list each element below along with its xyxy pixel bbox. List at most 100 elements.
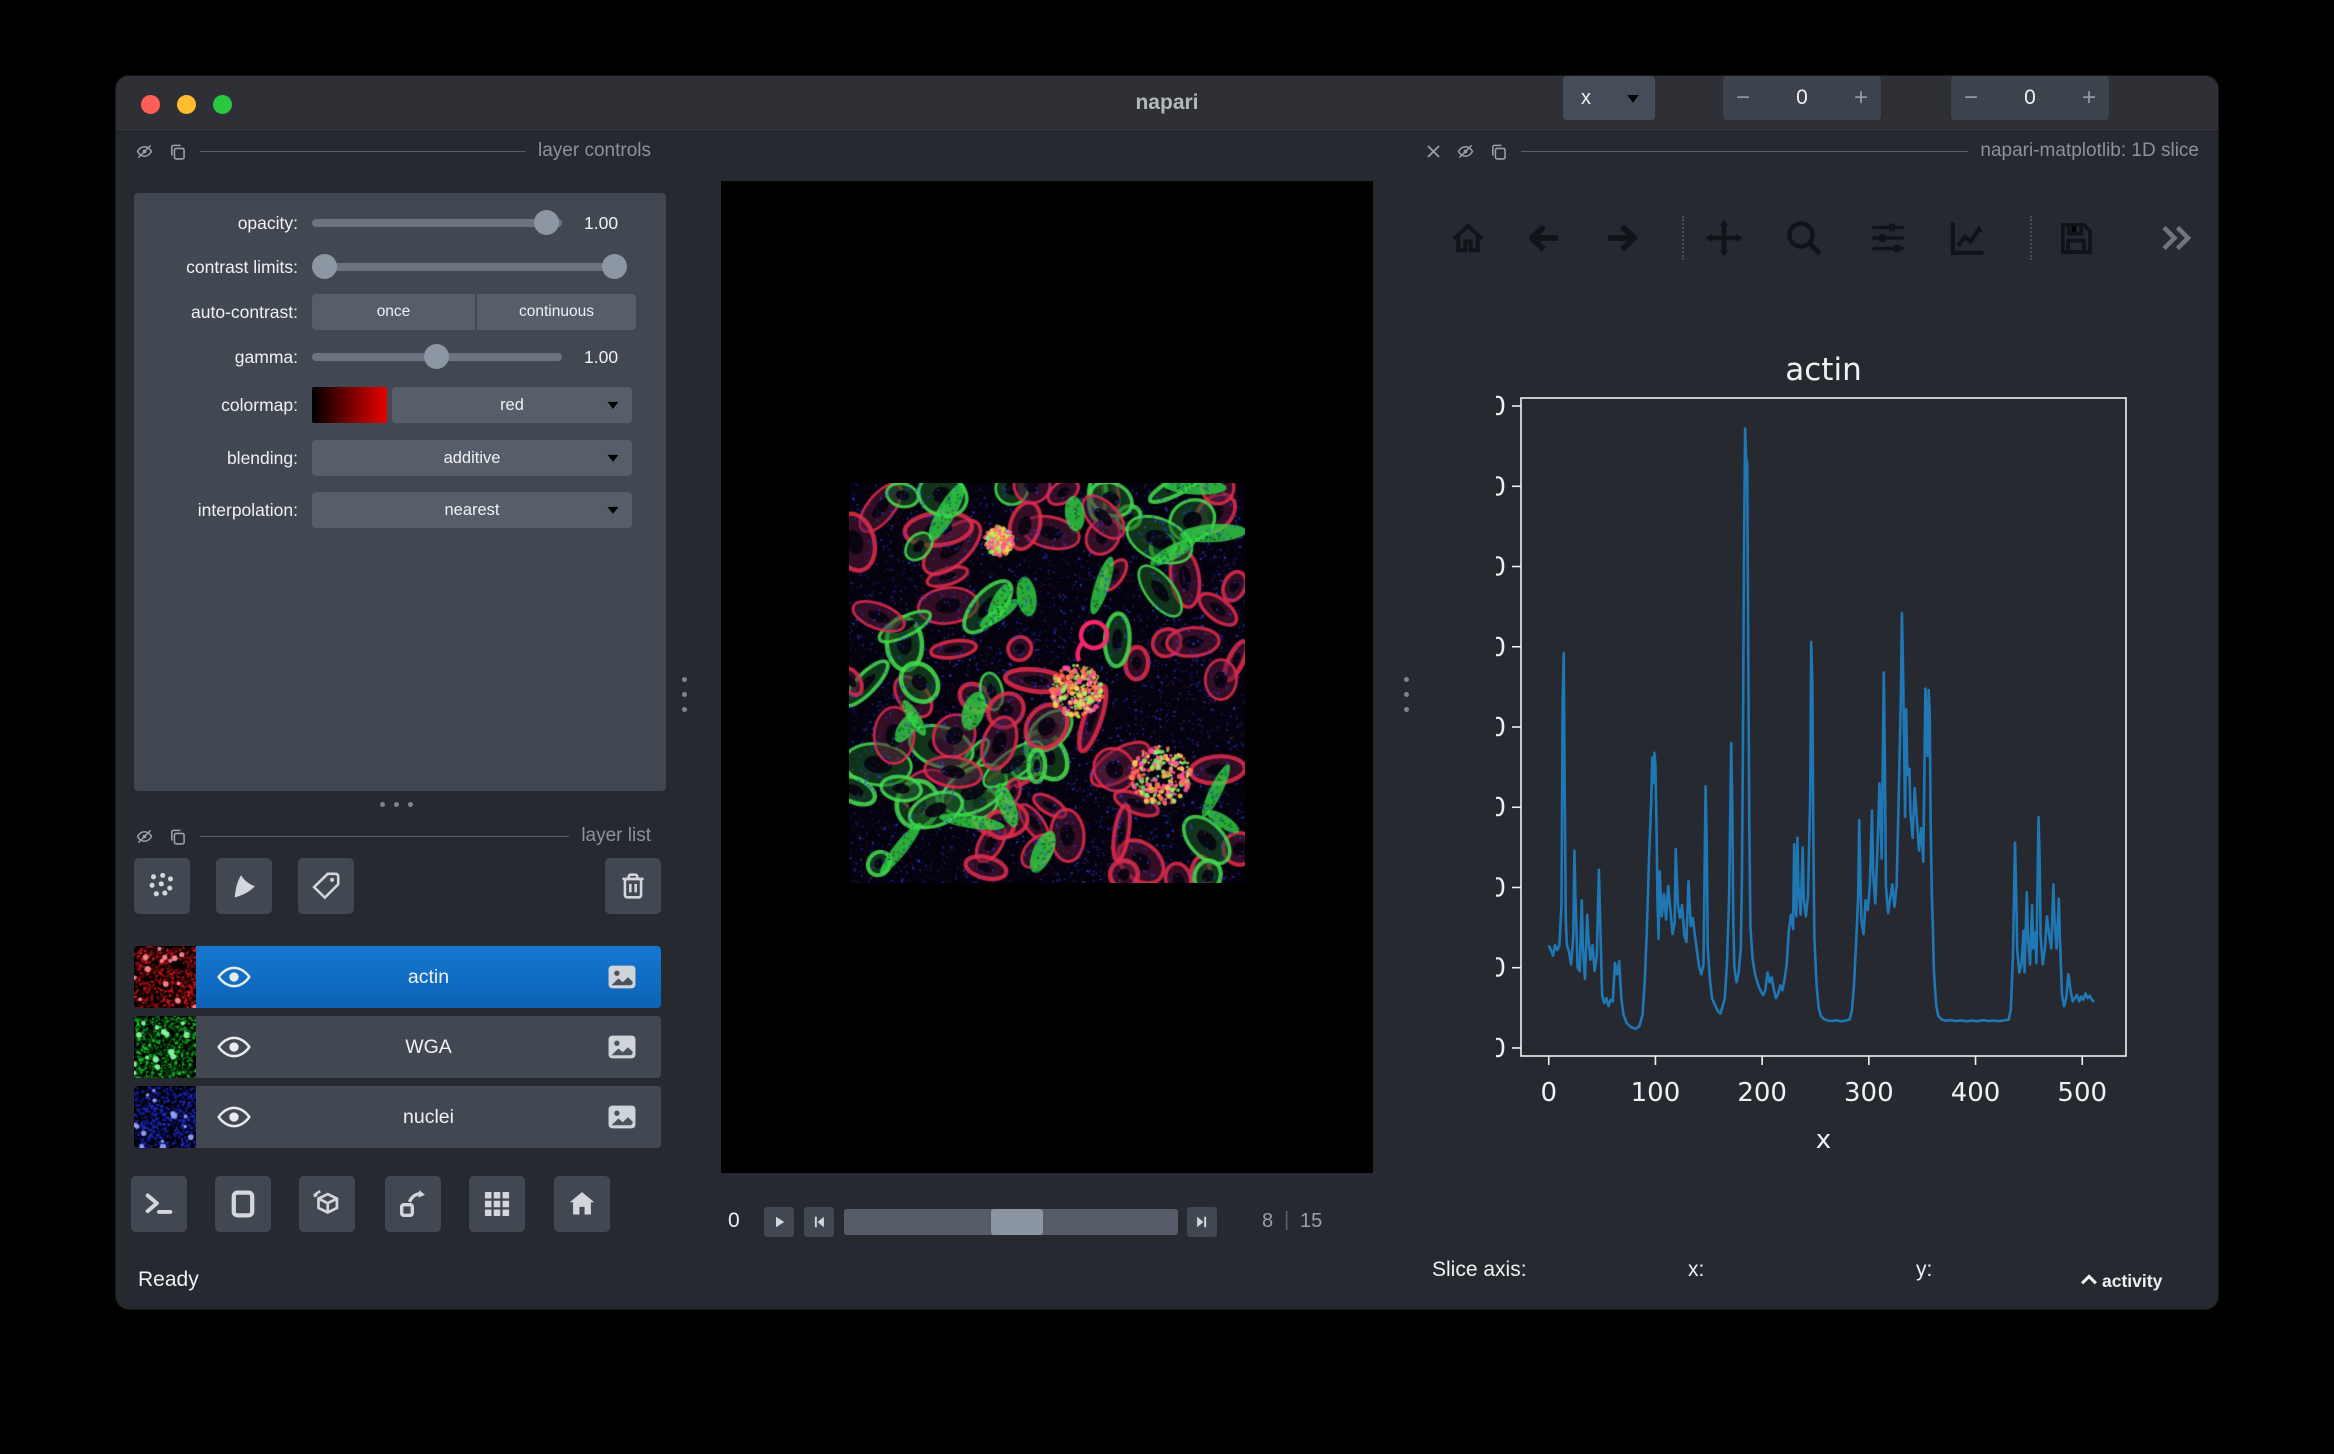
mpl-pan-button[interactable]	[1700, 214, 1748, 262]
opacity-slider-handle[interactable]	[534, 210, 559, 235]
pan-arrows-icon	[1703, 217, 1745, 259]
hide-panel-icon[interactable]	[134, 826, 155, 847]
layer-row-wga[interactable]: WGA	[134, 1016, 661, 1078]
x-increment-button[interactable]: +	[1841, 84, 1881, 112]
activity-button[interactable]: activity	[2078, 1270, 2162, 1292]
y-spin-value[interactable]: 0	[2024, 86, 2036, 110]
dimension-slider-handle[interactable]	[991, 1209, 1043, 1235]
layer-visibility-eye-icon[interactable]	[216, 959, 252, 995]
gamma-slider-handle[interactable]	[424, 344, 449, 369]
blending-dropdown[interactable]: additive	[312, 440, 632, 476]
image-layer-icon	[605, 1030, 639, 1064]
ndisplay-2d-button[interactable]	[215, 1176, 271, 1232]
console-icon	[142, 1187, 176, 1221]
x-tick-label: 200	[1737, 1078, 1787, 1108]
new-points-layer-button[interactable]	[134, 858, 190, 914]
roll-dimensions-button[interactable]	[385, 1176, 441, 1232]
header-divider	[200, 836, 569, 837]
layer-row-nuclei[interactable]: nuclei	[134, 1086, 661, 1148]
interpolation-dropdown[interactable]: nearest	[312, 492, 632, 528]
contrast-limits-label: contrast limits:	[134, 257, 312, 278]
skip-start-icon	[810, 1213, 828, 1231]
y-spinbox[interactable]: − 0 +	[1951, 76, 2109, 120]
layer-visibility-eye-icon[interactable]	[216, 1099, 252, 1135]
microscopy-image	[849, 483, 1245, 883]
y-tick-label: 0	[1496, 1034, 1506, 1064]
layer-visibility-eye-icon[interactable]	[216, 1029, 252, 1065]
console-button[interactable]	[131, 1176, 187, 1232]
mpl-forward-button[interactable]	[1598, 214, 1646, 262]
image-layer-icon	[605, 960, 639, 994]
interpolation-label: interpolation:	[134, 500, 312, 521]
skip-to-end-button[interactable]	[1187, 1207, 1217, 1237]
y-increment-button[interactable]: +	[2069, 84, 2109, 112]
mpl-subplots-button[interactable]	[1864, 214, 1912, 262]
header-divider	[200, 151, 526, 152]
step-divider: |	[1284, 1209, 1289, 1232]
float-panel-icon[interactable]	[1488, 141, 1509, 162]
viewer-canvas[interactable]	[721, 181, 1373, 1173]
close-icon[interactable]	[1424, 142, 1443, 161]
mpl-back-button[interactable]	[1520, 214, 1568, 262]
right-dock-splitter-handle[interactable]	[1404, 677, 1409, 712]
mpl-zoom-button[interactable]	[1780, 214, 1828, 262]
ndisplay-3d-button[interactable]	[299, 1176, 355, 1232]
x-spinbox[interactable]: − 0 +	[1723, 76, 1881, 120]
layer-row-actin[interactable]: actin	[134, 946, 661, 1008]
magnifier-icon	[1783, 217, 1825, 259]
x-decrement-button[interactable]: −	[1723, 84, 1763, 112]
x-spin-value[interactable]: 0	[1796, 86, 1808, 110]
layer-controls-panel: opacity: 1.00 contrast limits: auto-cont…	[134, 193, 666, 791]
x-tick-label: 500	[2057, 1078, 2107, 1108]
gamma-slider[interactable]	[312, 339, 562, 375]
chart-title: actin	[1785, 352, 1861, 388]
mpl-customize-button[interactable]	[1942, 214, 1990, 262]
auto-contrast-once-button[interactable]: once	[312, 294, 475, 330]
chevron-down-icon	[1623, 91, 1643, 106]
play-button[interactable]	[764, 1207, 794, 1237]
mpl-save-button[interactable]	[2052, 214, 2100, 262]
float-panel-icon[interactable]	[167, 826, 188, 847]
opacity-slider-track[interactable]	[312, 219, 562, 227]
contrast-limits-slider[interactable]	[312, 249, 627, 285]
toolbar-separator	[2030, 216, 2032, 260]
play-icon	[770, 1213, 788, 1231]
y-tick-label: 4000	[1496, 392, 1506, 422]
slice-axis-dropdown[interactable]: x	[1563, 76, 1655, 120]
float-panel-icon[interactable]	[167, 141, 188, 162]
reset-view-button[interactable]	[554, 1176, 610, 1232]
x-tick-label: 400	[1951, 1078, 2001, 1108]
contrast-slider-track[interactable]	[312, 263, 627, 271]
new-labels-layer-button[interactable]	[298, 858, 354, 914]
dimension-slider-track[interactable]	[844, 1209, 1178, 1235]
new-shapes-layer-button[interactable]	[216, 858, 272, 914]
skip-end-icon	[1193, 1213, 1211, 1231]
colormap-label: colormap:	[134, 395, 312, 416]
mpl-home-button[interactable]	[1444, 214, 1492, 262]
sliders-icon	[1867, 217, 1909, 259]
colormap-dropdown[interactable]: red	[392, 387, 632, 423]
slice-axis-label: Slice axis:	[1432, 1258, 1527, 1282]
contrast-low-handle[interactable]	[312, 254, 337, 279]
x-spin-label-wrap: x:	[1688, 1248, 1704, 1292]
opacity-slider[interactable]	[312, 205, 562, 241]
auto-contrast-continuous-button[interactable]: continuous	[477, 294, 636, 330]
slice-axis-value: x	[1581, 87, 1591, 110]
x-spin-label: x:	[1688, 1258, 1704, 1282]
contrast-high-handle[interactable]	[602, 254, 627, 279]
skip-to-start-button[interactable]	[804, 1207, 834, 1237]
delete-layer-button[interactable]	[605, 858, 661, 914]
x-tick-label: 300	[1844, 1078, 1894, 1108]
toolbar-overflow-button[interactable]	[2158, 220, 2194, 256]
hide-panel-icon[interactable]	[1455, 141, 1476, 162]
hide-panel-icon[interactable]	[134, 141, 155, 162]
grid-view-button[interactable]	[469, 1176, 525, 1232]
activity-label: activity	[2102, 1271, 2162, 1292]
y-decrement-button[interactable]: −	[1951, 84, 1991, 112]
auto-contrast-label: auto-contrast:	[134, 302, 312, 323]
left-dock-splitter-handle[interactable]	[682, 677, 687, 712]
y-tick-label: 3500	[1496, 472, 1506, 502]
panel-splitter-handle[interactable]	[380, 802, 413, 807]
slice-plot[interactable]: actin05001000150020002500300035004000010…	[1496, 346, 2219, 1166]
layer-controls-header: layer controls	[134, 140, 651, 162]
